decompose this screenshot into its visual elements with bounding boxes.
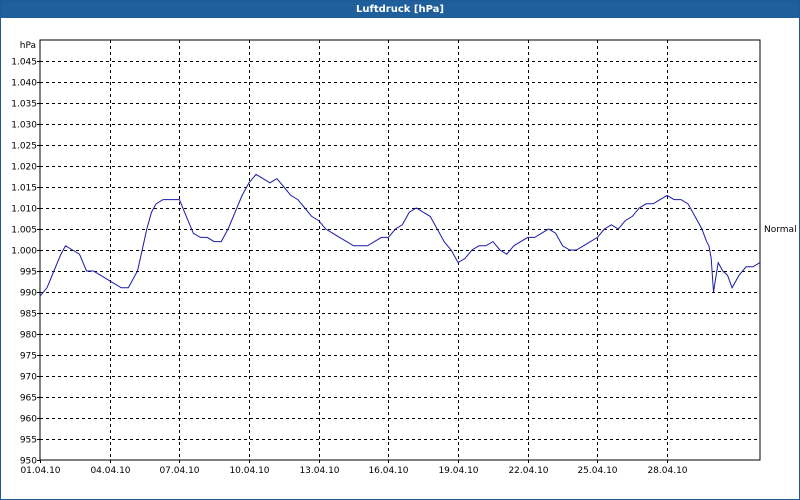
- y-tick-label: 950: [20, 457, 37, 467]
- x-tick-label: 19.04.10: [438, 466, 478, 476]
- pressure-chart: hPa Normal 950 955 960 965 970 975 980 985 990 99…: [11, 39, 797, 476]
- x-tick-label: 13.04.10: [299, 466, 339, 476]
- x-tick-label: 28.04.10: [647, 466, 687, 476]
- y-tick-label: 1.010: [11, 205, 37, 215]
- x-tick-label: 16.04.10: [368, 466, 408, 476]
- y-tick-label: 995: [20, 268, 37, 278]
- x-tick-label: 04.04.10: [90, 466, 130, 476]
- y-tick-label: 955: [20, 436, 37, 446]
- y-tick-label: 1.025: [11, 142, 37, 152]
- x-tick-label: 01.04.10: [20, 466, 60, 476]
- x-tick-label: 25.04.10: [577, 466, 617, 476]
- y-tick-label: 1.045: [11, 58, 37, 68]
- y-tick-label: 1.015: [11, 184, 37, 194]
- y-tick-label: 1.000: [11, 247, 37, 257]
- y-tick-label: 1.030: [11, 121, 37, 131]
- y-tick-label: 990: [20, 289, 37, 299]
- y-tick-label: 1.040: [11, 79, 37, 89]
- y-tick-label: 970: [20, 373, 37, 383]
- x-tick-label: 07.04.10: [159, 466, 199, 476]
- normal-label: Normal: [764, 225, 797, 235]
- x-tick-label: 10.04.10: [229, 466, 269, 476]
- y-tick-label: 1.005: [11, 226, 37, 236]
- y-tick-label: 975: [20, 352, 37, 362]
- y-tick-label: 1.035: [11, 100, 37, 110]
- x-tick-label: 22.04.10: [508, 466, 548, 476]
- y-tick-label: 980: [20, 331, 37, 341]
- y-tick-label: 1.020: [11, 163, 37, 173]
- y-tick-label: 960: [20, 415, 37, 425]
- y-axis-label: hPa: [20, 41, 36, 51]
- y-tick-label: 985: [20, 310, 37, 320]
- y-tick-label: 965: [20, 394, 37, 404]
